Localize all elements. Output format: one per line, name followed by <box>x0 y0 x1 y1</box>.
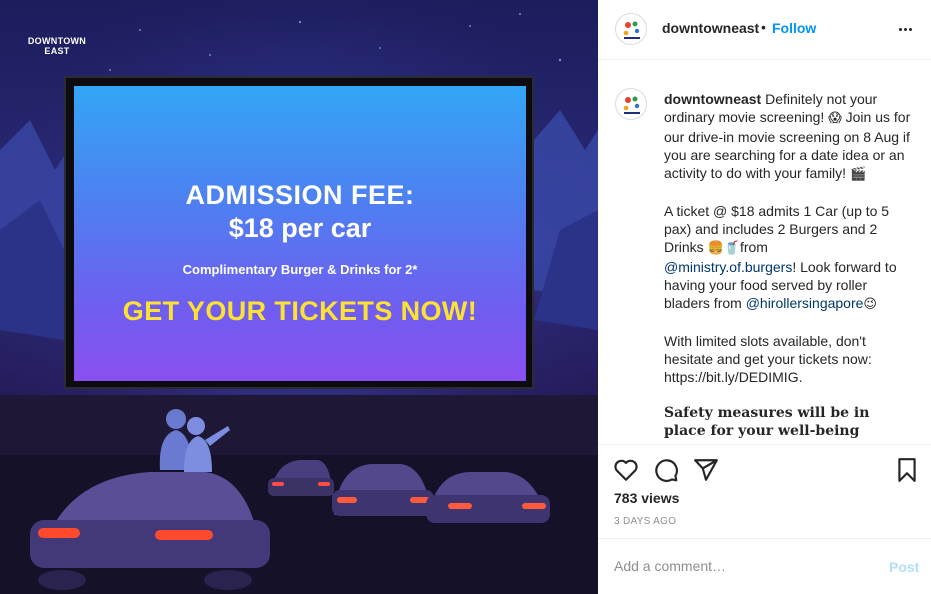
admission-fee-heading: ADMISSION FEE: <box>185 180 415 210</box>
post-sidebar: downtowneast • Follow downtowneast Defin… <box>598 0 931 594</box>
avatar[interactable] <box>615 13 647 45</box>
logo-text: DOWNTOWN EAST <box>27 36 87 56</box>
mention-hirollersingapore[interactable]: @hirollersingapore <box>746 295 864 311</box>
follow-button[interactable]: Follow <box>772 20 816 36</box>
bookmark-icon[interactable] <box>894 457 920 483</box>
views-count[interactable]: 783 views <box>614 490 679 506</box>
movie-screen: ADMISSION FEE: $18 per car Complimentary… <box>64 76 534 389</box>
comment-icon[interactable] <box>653 457 679 483</box>
comment-input[interactable] <box>614 555 864 577</box>
post-timestamp[interactable]: 3 DAYS AGO <box>614 516 676 527</box>
post-comment-button[interactable]: Post <box>889 559 919 575</box>
caption-username[interactable]: downtowneast <box>664 91 761 107</box>
caption-p2: A ticket @ $18 admits 1 Car (up to 5 pax… <box>664 203 890 255</box>
caption-scroll-area[interactable]: downtowneast Definitely not your ordinar… <box>598 60 931 444</box>
downtown-east-logo: DOWNTOWN EAST <box>20 24 90 68</box>
post-header: downtowneast • Follow <box>598 0 931 60</box>
complimentary-text: Complimentary Burger & Drinks for 2* <box>182 262 418 277</box>
caption-text: downtowneast Definitely not your ordinar… <box>664 90 914 444</box>
mention-ministry-of-burgers[interactable]: @ministry.of.burgers <box>664 259 792 275</box>
comment-bar: Post <box>598 538 931 594</box>
post-image[interactable]: DOWNTOWN EAST ADMISSION FEE: $18 per car… <box>0 0 598 594</box>
caption-p2-from: from <box>739 239 768 255</box>
caption-p3: With limited slots available, don't hesi… <box>664 333 872 385</box>
more-options-icon[interactable] <box>898 18 920 38</box>
clapper-emoji: 🎬 <box>849 167 867 182</box>
safety-heading: Safety measures will be in place for you… <box>664 405 870 439</box>
caption-avatar[interactable] <box>615 88 647 120</box>
share-icon[interactable] <box>693 457 719 483</box>
action-bar <box>598 444 931 494</box>
separator-dot: • <box>761 19 766 35</box>
scream-emoji: 😱 <box>828 111 842 126</box>
burger-drink-emoji: 🍔🥤 <box>707 241 740 256</box>
price-text: $18 per car <box>228 213 372 243</box>
heart-icon[interactable] <box>613 457 639 483</box>
header-username[interactable]: downtowneast <box>662 20 759 36</box>
wink-emoji: 😉 <box>863 297 877 312</box>
tickets-cta-text: GET YOUR TICKETS NOW! <box>122 296 478 326</box>
screen-display: ADMISSION FEE: $18 per car Complimentary… <box>74 86 526 381</box>
